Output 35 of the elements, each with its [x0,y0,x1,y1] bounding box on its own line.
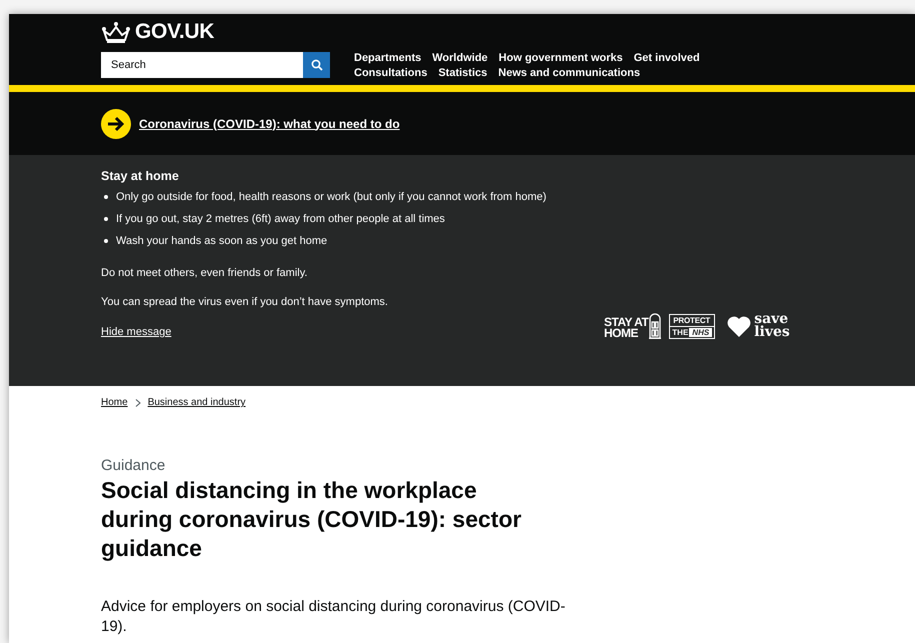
govuk-logo[interactable]: GOV.UK [101,20,214,44]
stay-at-home-logo: STAY AT HOME [604,313,662,339]
banner-heading: Stay at home [101,169,180,183]
search-field[interactable]: Search [101,52,303,78]
nav-link[interactable]: Get involved [634,52,700,64]
protect-the-nhs-logo: PROTECT THE NHS [669,314,716,338]
page-title: Social distancing in the workplace during coronavirus (COVID-19): sector guidance [101,476,522,563]
nav-link[interactable]: How government works [498,52,623,64]
nav-link[interactable]: News and communications [498,67,640,79]
list-item: Only go outside for food, health reasons or work (but only if you cannot work from home) [116,190,548,205]
nav-link[interactable]: Statistics [438,67,488,79]
nav-link[interactable]: Departments [354,52,422,64]
banner-text: You can spread the virus even if you don’t have symptoms. [101,296,389,308]
save-lives-logo: save lives [754,313,790,339]
breadcrumb-link[interactable]: Business and industry [148,397,246,408]
bullet-icon [104,195,108,199]
breadcrumb-link[interactable]: Home [101,397,128,408]
search-button[interactable] [303,52,330,78]
hide-message-link[interactable]: Hide message [101,326,172,338]
list-item: Wash your hands as soon as you get home [116,234,328,249]
door-icon [649,313,662,339]
summary-text: Advice for employers on social distancing during coronavirus (COVID-19). [101,597,566,637]
list-item: If you go out, stay 2 metres (6ft) away from other people at all times [116,212,446,227]
chevron-icon [134,398,141,406]
crown-icon [101,21,131,43]
heart-icon [727,316,752,336]
banner-text: Do not meet others, even friends or family. [101,267,308,279]
nav-link[interactable]: Worldwide [432,52,488,64]
covid-link[interactable]: Coronavirus (COVID-19): what you need to do [139,116,400,130]
arrow-circle-icon [101,108,131,138]
bullet-icon [104,217,108,221]
search-icon [310,59,322,71]
nav-link[interactable]: Consultations [354,67,428,79]
document-type: Guidance [101,457,166,474]
bullet-icon [104,239,108,243]
